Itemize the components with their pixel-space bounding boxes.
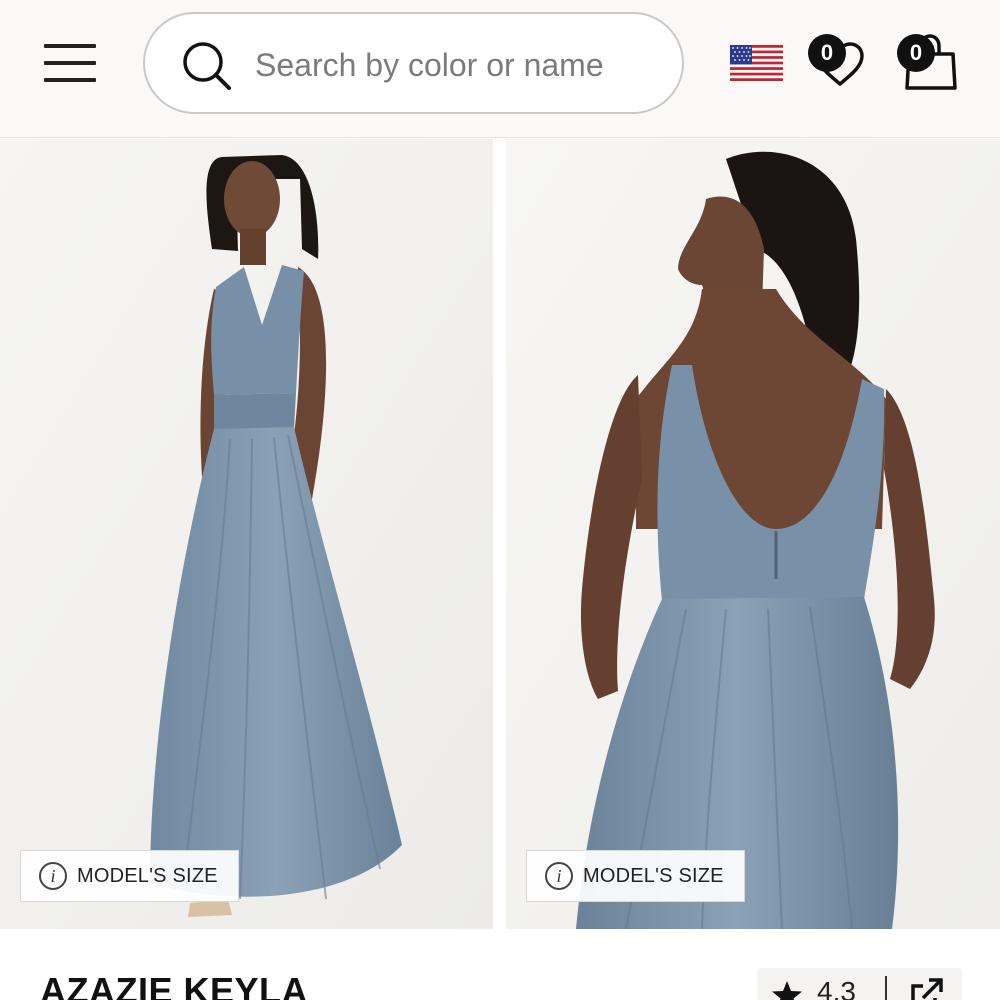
wishlist-button[interactable]: 0 <box>806 32 870 92</box>
wishlist-count-badge: 0 <box>808 34 846 72</box>
us-flag-icon[interactable] <box>730 45 783 81</box>
cart-count-badge: 0 <box>897 34 935 72</box>
menu-icon-bar <box>44 78 96 82</box>
model-size-button[interactable]: i MODEL'S SIZE <box>526 850 745 902</box>
model-front-photo[interactable]: i MODEL'S SIZE <box>0 139 493 929</box>
rating-value[interactable]: 4.3 <box>817 976 856 1000</box>
model-back-photo[interactable]: i MODEL'S SIZE <box>506 139 1000 929</box>
star-icon <box>772 981 802 1000</box>
search-bar[interactable] <box>143 12 684 114</box>
menu-icon-bar <box>44 44 96 48</box>
model-size-button[interactable]: i MODEL'S SIZE <box>20 850 239 902</box>
menu-icon[interactable] <box>44 44 96 84</box>
search-icon[interactable] <box>181 40 233 92</box>
model-size-label: MODEL'S SIZE <box>77 864 218 887</box>
divider <box>885 976 887 1000</box>
product-gallery: i MODEL'S SIZE i MODEL'S SIZE <box>0 139 1000 929</box>
product-info: AZAZIE KEYLA 4.3 <box>0 930 1000 1000</box>
site-header: 0 0 <box>0 0 1000 138</box>
cart-button[interactable]: 0 <box>893 30 961 92</box>
search-input[interactable] <box>255 40 655 90</box>
info-icon: i <box>545 862 573 890</box>
rating-share-bar: 4.3 <box>757 968 962 1000</box>
model-size-label: MODEL'S SIZE <box>583 864 724 887</box>
product-title: AZAZIE KEYLA <box>40 970 309 1000</box>
menu-icon-bar <box>44 61 96 65</box>
info-icon: i <box>39 862 67 890</box>
share-icon[interactable] <box>907 974 947 1000</box>
